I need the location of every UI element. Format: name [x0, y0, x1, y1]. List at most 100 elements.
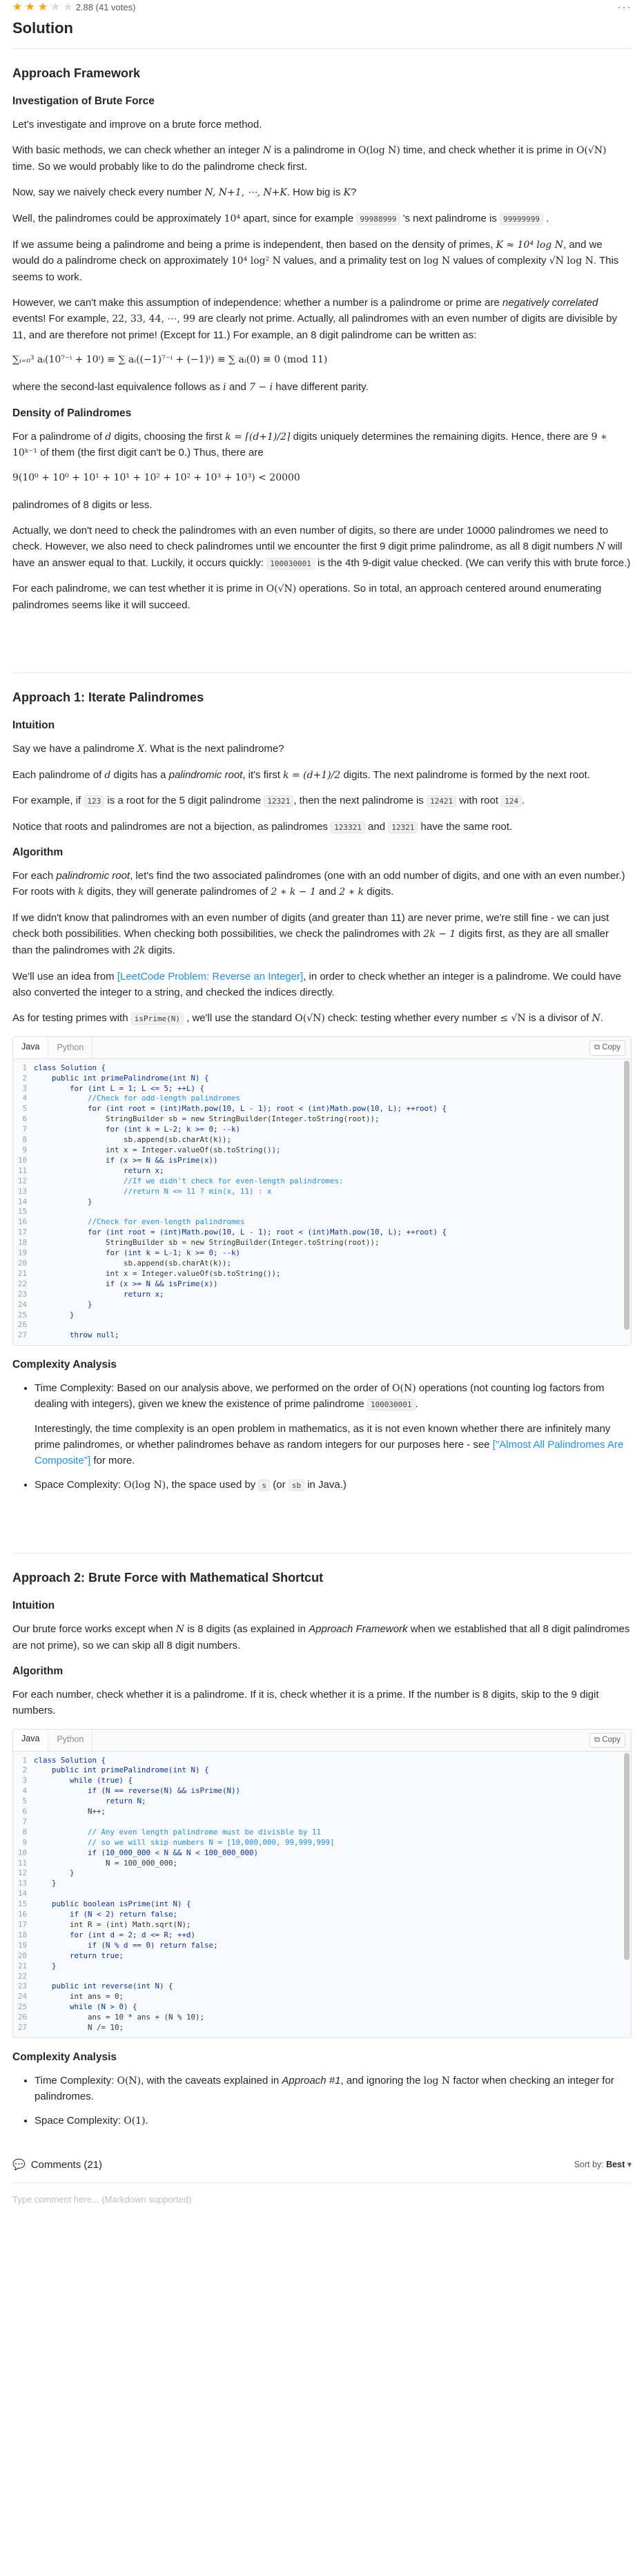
- approach1-title: Approach 1: Iterate Palindromes: [12, 690, 204, 705]
- equation-density: 9(10⁰ + 10⁰ + 10¹ + 10¹ + 10² + 10² + 10…: [12, 472, 300, 484]
- solution-page: ★ ★ ★ ★ ★ 2.88 (41 votes) ··· Solution A…: [12, 0, 632, 2207]
- code-line: 24 }: [17, 1299, 92, 1309]
- code-line: 14: [17, 1889, 27, 1899]
- code-line: 16 if (N < 2) return false;: [17, 1910, 178, 1919]
- code-line: 21 int x = Integer.valueOf(sb.toString()…: [17, 1268, 281, 1278]
- code-line: 18 for (int d = 2; d <= R; ++d): [17, 1930, 196, 1939]
- equation-mod11: ∑ᵢ₌₀³ aᵢ(10⁷⁻ⁱ + 10ⁱ) ≡ ∑ aᵢ((−1)⁷⁻ⁱ + (…: [12, 354, 328, 366]
- copy-button[interactable]: ⧉ Copy: [589, 1040, 625, 1056]
- code-line: 7 for (int k = L-2; k >= 0; --k): [22, 1125, 241, 1134]
- tab-java[interactable]: Java: [13, 1729, 49, 1751]
- code-line: 11 N = 100_000_000;: [17, 1858, 178, 1868]
- star-empty-icon[interactable]: ★: [50, 1, 60, 13]
- tab-java[interactable]: Java: [13, 1036, 49, 1058]
- language-tabs: Java Python ⧉ Copy: [13, 1729, 631, 1752]
- code-line: 23 public int reverse(int N) {: [17, 1982, 173, 1991]
- paragraph: Each palindrome of d digits has a palind…: [12, 768, 590, 781]
- comments-count: Comments (21): [30, 2159, 103, 2171]
- rating-score: 2.88 (41 votes): [75, 1, 136, 12]
- code-line: 20 sb.append(sb.charAt(k));: [17, 1258, 232, 1268]
- copy-button[interactable]: ⧉ Copy: [589, 1732, 625, 1748]
- divider: [12, 48, 632, 50]
- list-item: Space Complexity: O(1).: [35, 2113, 632, 2129]
- paragraph: Actually, we don't need to check the pal…: [12, 525, 631, 570]
- scrollbar[interactable]: [624, 1060, 630, 1330]
- code-editor[interactable]: 1 class Solution {2 public int primePalin…: [13, 1058, 631, 1345]
- paragraph: As for testing primes with isPrime(N) , …: [12, 1012, 603, 1025]
- code-line: 3 while (true) {: [22, 1776, 133, 1785]
- comment-input[interactable]: Type comment here... (Markdown supported…: [12, 2193, 632, 2207]
- paragraph: For example, if 123 is a root for the 5 …: [12, 795, 525, 808]
- paragraph: We'll use an idea from [LeetCode Problem…: [12, 970, 621, 998]
- code-block-approach1: Java Python ⧉ Copy 1 class Solution {2 pub…: [12, 1036, 632, 1346]
- code-line: 25 while (N > 0) {: [17, 2002, 137, 2012]
- complexity-list: Time Complexity: Based on our analysis a…: [35, 1380, 632, 1493]
- code-editor[interactable]: 1 class Solution {2 public int primePalin…: [13, 1751, 631, 2037]
- list-item: Time Complexity: Based on our analysis a…: [35, 1380, 632, 1469]
- code-line: 23 return x;: [17, 1289, 164, 1299]
- copy-icon: ⧉: [594, 1735, 601, 1744]
- code-line: 22 if (x >= N && isPrime(x)): [17, 1279, 218, 1288]
- star-filled-icon[interactable]: ★: [38, 1, 48, 13]
- paragraph: However, we can't make this assumption o…: [12, 297, 617, 342]
- code-line: 9 int x = Integer.valueOf(sb.toString())…: [22, 1145, 281, 1154]
- sort-dropdown[interactable]: Sort by: Best ▾: [574, 2158, 632, 2171]
- paragraph: palindromes of 8 digits or less.: [12, 498, 153, 511]
- code-line: 7: [22, 1817, 27, 1826]
- code-line: 5 return N;: [22, 1797, 146, 1806]
- star-empty-icon[interactable]: ★: [63, 1, 72, 13]
- code-line: 4 //Check for odd-length palindromes: [22, 1094, 241, 1103]
- code-line: 27 N /= 10;: [17, 2023, 124, 2033]
- more-options-icon[interactable]: ···: [617, 0, 632, 17]
- paragraph: Our brute force works except when N is 8…: [12, 1623, 630, 1652]
- paragraph: For each number, check whether it is a p…: [12, 1689, 599, 1717]
- code-line: 22: [17, 1971, 27, 1981]
- code-line: 20 return true;: [17, 1950, 124, 1960]
- code-line: 15 public boolean isPrime(int N) {: [17, 1899, 191, 1909]
- brute-force-title: Investigation of Brute Force: [12, 95, 155, 107]
- star-filled-icon[interactable]: ★: [25, 1, 35, 13]
- comments-header: 💬 Comments (21) Sort by: Best ▾: [12, 2157, 632, 2184]
- chevron-down-icon: ▾: [627, 2160, 632, 2170]
- code-line: 8 sb.append(sb.charAt(k));: [22, 1135, 232, 1145]
- paragraph: Notice that roots and palindromes are no…: [12, 820, 513, 833]
- code-line: 2 public int primePalindrome(int N) {: [22, 1765, 209, 1775]
- approach2-title: Approach 2: Brute Force with Mathematica…: [12, 1571, 324, 1585]
- star-filled-icon[interactable]: ★: [12, 1, 22, 13]
- code-line: 11 return x;: [17, 1165, 164, 1175]
- code-line: 19 if (N % d == 0) return false;: [17, 1940, 218, 1950]
- paragraph: where the second-last equivalence follow…: [12, 381, 369, 394]
- language-tabs: Java Python ⧉ Copy: [13, 1036, 631, 1059]
- code-line: 1 class Solution {: [22, 1063, 106, 1072]
- rating-bar: ★ ★ ★ ★ ★ 2.88 (41 votes) ···: [12, 0, 632, 15]
- code-line: 13 }: [17, 1879, 57, 1888]
- divider: [12, 672, 632, 674]
- code-line: 3 for (int L = 1; L <= 5; ++L) {: [22, 1083, 205, 1093]
- code-line: 26: [17, 1320, 27, 1330]
- code-line: 6 N++;: [22, 1807, 106, 1817]
- approach1-intuition-title: Intuition: [12, 719, 55, 732]
- code-line: 21 }: [17, 1961, 57, 1970]
- paragraph: Let's investigate and improve on a brute…: [12, 119, 262, 130]
- code-line: 17 int R = (int) Math.sqrt(N);: [17, 1920, 191, 1929]
- paragraph: If we didn't know that palindromes with …: [12, 911, 609, 956]
- reverse-integer-link[interactable]: [LeetCode Problem: Reverse an Integer]: [117, 971, 303, 982]
- code-line: 17 for (int root = (int)Math.pow(10, L -…: [17, 1228, 447, 1237]
- paragraph: Now, say we naively check every number N…: [12, 186, 357, 199]
- star-rating[interactable]: ★ ★ ★ ★ ★ 2.88 (41 votes): [12, 1, 135, 14]
- page-title: Solution: [12, 19, 73, 37]
- tab-python[interactable]: Python: [48, 1729, 93, 1751]
- tab-python[interactable]: Python: [48, 1036, 93, 1058]
- list-item: Time Complexity: O(N), with the caveats …: [35, 2073, 632, 2105]
- code-line: 10 if (10_000_000 < N && N < 100_000_000…: [17, 1848, 259, 1857]
- paragraph: Say we have a palindrome X. What is the …: [12, 743, 284, 755]
- code-line: 18 StringBuilder sb = new StringBuilder(…: [17, 1238, 380, 1248]
- code-line: 12 }: [17, 1868, 75, 1878]
- code-line: 13 //return N <= 11 ? min(x, 11) : x: [17, 1186, 272, 1196]
- scrollbar[interactable]: [624, 1752, 630, 1960]
- framework-title: Approach Framework: [12, 66, 141, 81]
- code-line: 27 throw null;: [17, 1330, 119, 1340]
- approach2-complexity-title: Complexity Analysis: [12, 2051, 117, 2063]
- code-line: 5 for (int root = (int)Math.pow(10, L - …: [22, 1104, 447, 1114]
- paragraph: Well, the palindromes could be approxima…: [12, 212, 549, 225]
